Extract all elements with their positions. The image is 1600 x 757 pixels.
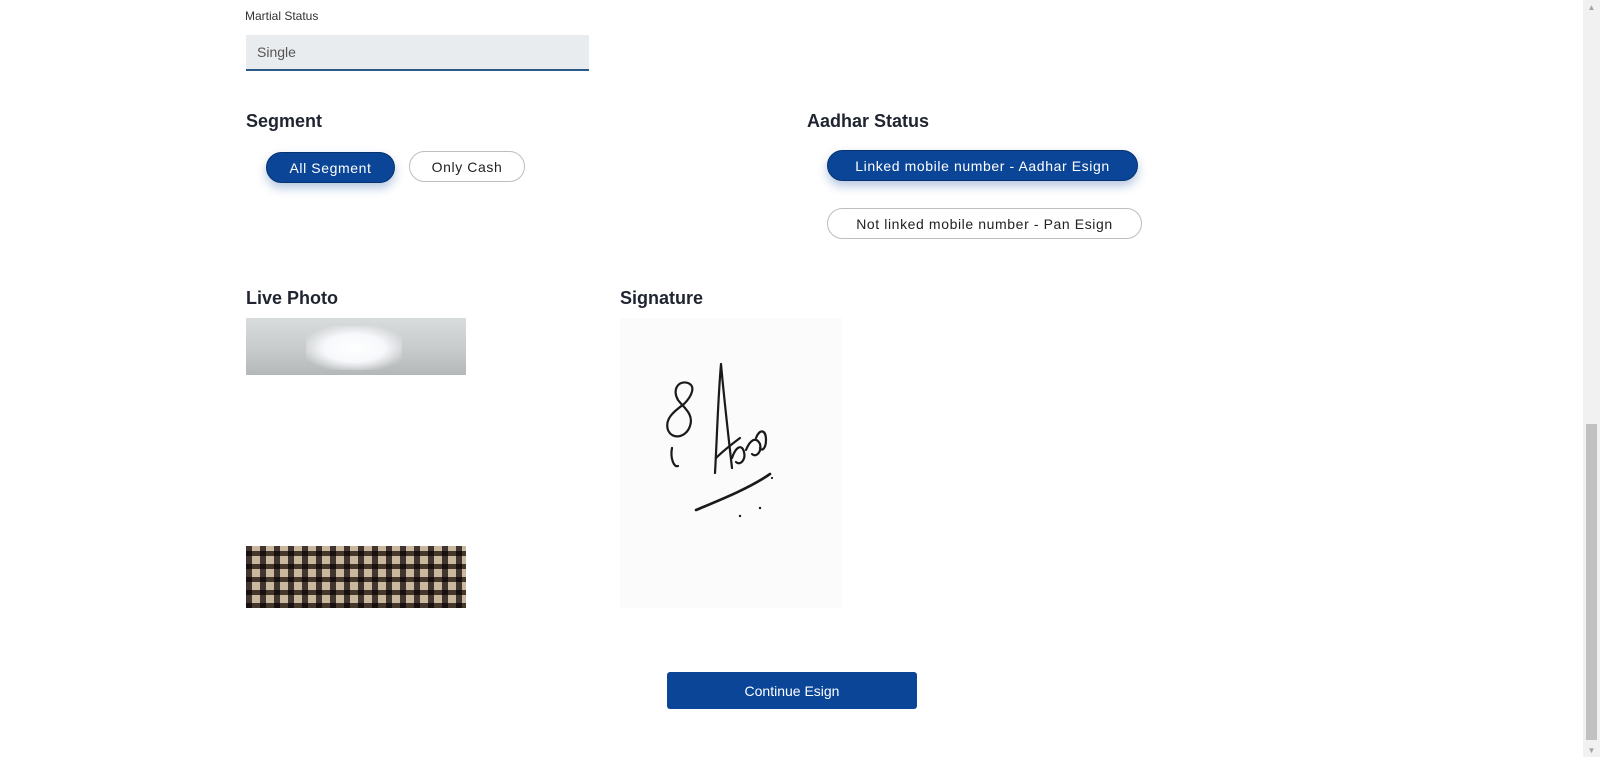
live-photo-bottom-image	[246, 546, 466, 608]
marital-status-select[interactable]: Single	[246, 35, 589, 71]
segment-only-cash-button[interactable]: Only Cash	[409, 151, 525, 182]
scrollbar-thumb[interactable]	[1586, 424, 1597, 740]
aadhar-status-title: Aadhar Status	[807, 111, 930, 131]
signature-image	[620, 318, 842, 608]
marital-status-value: Single	[257, 44, 296, 60]
scroll-up-arrow-icon[interactable]: ▲	[1583, 0, 1600, 14]
segment-title: Segment	[246, 111, 323, 131]
live-photo-top-image	[246, 318, 466, 375]
ceiling-light-shape	[306, 326, 402, 370]
live-photo-title: Live Photo	[246, 288, 339, 308]
segment-all-button[interactable]: All Segment	[266, 152, 395, 183]
aadhar-linked-button[interactable]: Linked mobile number - Aadhar Esign	[827, 150, 1138, 181]
signature-scribble	[666, 362, 774, 518]
aadhar-not-linked-button[interactable]: Not linked mobile number - Pan Esign	[827, 208, 1142, 239]
scroll-down-arrow-icon[interactable]: ▼	[1583, 743, 1600, 757]
continue-esign-button[interactable]: Continue Esign	[667, 672, 917, 709]
signature-title: Signature	[620, 288, 704, 308]
marital-status-label: Martial Status	[245, 9, 319, 23]
